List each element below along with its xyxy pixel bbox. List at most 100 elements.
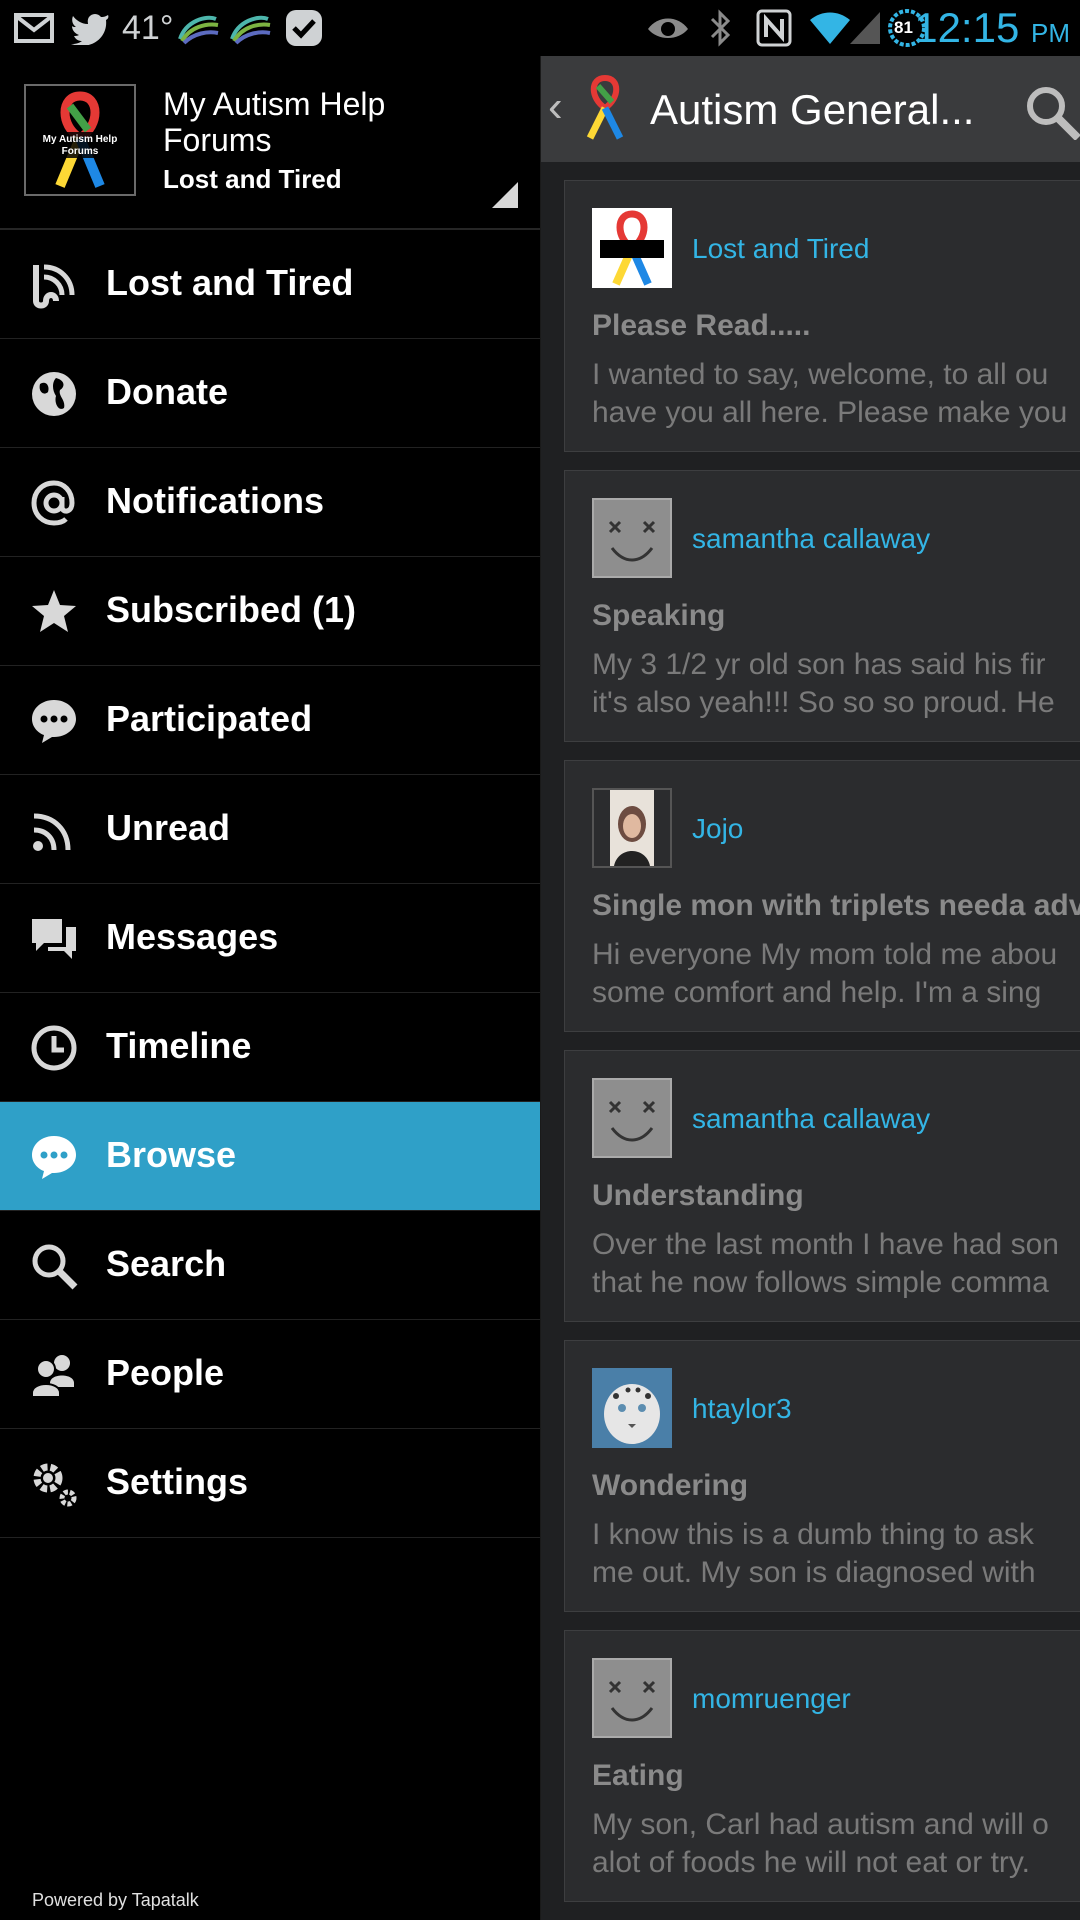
- menu-item-browse[interactable]: Browse: [0, 1102, 540, 1211]
- menu-item-timeline[interactable]: Timeline: [0, 993, 540, 1102]
- preview-line: I wanted to say, welcome, to all ou: [592, 358, 1049, 391]
- topic-title: Wondering: [592, 1469, 749, 1502]
- topic-card[interactable]: momruenger Eating My son, Carl had autis…: [564, 1630, 1080, 1902]
- menu-item-label: Timeline: [106, 1025, 252, 1066]
- topic-title: Single mon with triplets needa adv: [592, 889, 1080, 922]
- topic-author[interactable]: samantha callaway: [692, 1103, 930, 1135]
- forum-logo: My Autism Help Forums: [24, 84, 136, 196]
- action-bar: ‹ Autism General...: [540, 56, 1080, 162]
- menu-item-search[interactable]: Search: [0, 1211, 540, 1320]
- twitter-icon: [70, 8, 110, 48]
- messages-icon: [30, 915, 78, 963]
- at-icon: [30, 479, 78, 527]
- default-avatar-icon: [592, 498, 672, 578]
- temperature-readout: 41°: [122, 8, 174, 47]
- search-icon[interactable]: [1024, 84, 1080, 141]
- menu-item-people[interactable]: People: [0, 1320, 540, 1429]
- powered-by-label[interactable]: Powered by Tapatalk: [32, 1890, 199, 1911]
- menu-item-unread[interactable]: Unread: [0, 775, 540, 884]
- clock: 12:15 PM: [914, 4, 1070, 52]
- preview-line: Hi everyone My mom told me abou: [592, 938, 1058, 971]
- forum-logo-icon[interactable]: [580, 72, 630, 142]
- preview-line: that he now follows simple comma: [592, 1266, 1049, 1299]
- forum-logo-text: My Autism Help Forums: [42, 134, 118, 157]
- menu-item-label: Participated: [106, 698, 313, 739]
- preview-line: alot of foods he will not eat or try.: [592, 1846, 1031, 1879]
- user-photo-avatar: [592, 788, 672, 868]
- account-switch-indicator[interactable]: [492, 182, 518, 208]
- menu-item-label: Settings: [106, 1461, 249, 1502]
- preview-line: I know this is a dumb thing to ask: [592, 1518, 1034, 1551]
- menu-item-label: Donate: [106, 371, 229, 412]
- people-icon: [30, 1351, 78, 1399]
- menu-item-participated[interactable]: Participated: [0, 666, 540, 775]
- topic-title: Understanding: [592, 1179, 804, 1212]
- topic-title: Please Read.....: [592, 309, 811, 342]
- globe-icon: [30, 370, 78, 418]
- menu-item-label: People: [106, 1352, 225, 1393]
- menu-item-label: Notifications: [106, 480, 325, 521]
- signal-icon: [848, 8, 882, 48]
- clock-time: 12:15: [914, 4, 1020, 51]
- forum-logo-avatar: [592, 208, 672, 288]
- topic-author[interactable]: samantha callaway: [692, 523, 930, 555]
- gear-icon: [30, 1460, 78, 1508]
- preview-line: it's also yeah!!! So so so proud. He: [592, 686, 1055, 719]
- topic-card[interactable]: samantha callaway Speaking My 3 1/2 yr o…: [564, 470, 1080, 742]
- battery-level: 81: [894, 18, 913, 37]
- topic-card[interactable]: Lost and Tired Please Read..... I wanted…: [564, 180, 1080, 452]
- menu-item-notifications[interactable]: Notifications: [0, 448, 540, 557]
- drawer-menu: Lost and Tired Donate Notifications Subs…: [0, 230, 540, 1538]
- menu-item-lost-and-tired[interactable]: Lost and Tired: [0, 230, 540, 339]
- topic-card[interactable]: htaylor3 Wondering I know this is a dumb…: [564, 1340, 1080, 1612]
- swiftkey-icon: [176, 8, 220, 48]
- forum-name: My Autism Help Forums: [163, 86, 386, 158]
- preview-line: My 3 1/2 yr old son has said his fir: [592, 648, 1046, 681]
- preview-line: me out. My son is diagnosed with: [592, 1556, 1036, 1589]
- preview-line: My son, Carl had autism and will o: [592, 1808, 1049, 1841]
- menu-item-donate[interactable]: Donate: [0, 339, 540, 448]
- bluetooth-icon: [708, 8, 732, 48]
- star-icon: [30, 588, 78, 636]
- topic-author[interactable]: htaylor3: [692, 1393, 792, 1425]
- menu-item-settings[interactable]: Settings: [0, 1429, 540, 1538]
- menu-item-subscribed[interactable]: Subscribed (1): [0, 557, 540, 666]
- topic-preview: Hi everyone My mom told me abou some comf…: [592, 936, 1057, 1012]
- eye-icon: [646, 8, 690, 48]
- status-bar: 41° 81 12:15 PM: [0, 0, 1080, 56]
- preview-line: have you all here. Please make you: [592, 396, 1068, 429]
- clock-icon: [30, 1024, 78, 1072]
- topic-card[interactable]: samantha callaway Understanding Over the…: [564, 1050, 1080, 1322]
- topic-title: Eating: [592, 1759, 684, 1792]
- preview-line: some comfort and help. I'm a sing: [592, 976, 1042, 1009]
- navigation-drawer[interactable]: My Autism Help Forums My Autism Help For…: [0, 56, 541, 1920]
- topic-title: Speaking: [592, 599, 726, 632]
- default-avatar-icon: [592, 1658, 672, 1738]
- search-icon: [30, 1242, 78, 1290]
- drawer-header[interactable]: My Autism Help Forums My Autism Help For…: [0, 56, 540, 230]
- rss-icon: [30, 806, 78, 854]
- menu-item-messages[interactable]: Messages: [0, 884, 540, 993]
- topic-preview: I know this is a dumb thing to ask me out…: [592, 1516, 1036, 1592]
- feed-icon: [30, 261, 78, 309]
- topic-list-pane[interactable]: ‹ Autism General... Lost and Tired Pleas…: [540, 56, 1080, 1920]
- topic-author[interactable]: Lost and Tired: [692, 233, 869, 265]
- menu-item-label: Unread: [106, 807, 231, 848]
- menu-item-label: Lost and Tired: [106, 262, 354, 303]
- menu-item-label: Subscribed (1): [106, 589, 357, 630]
- topic-preview: My 3 1/2 yr old son has said his fir it's…: [592, 646, 1055, 722]
- menu-item-label: Search: [106, 1243, 227, 1284]
- topic-author[interactable]: Jojo: [692, 813, 743, 845]
- nfc-icon: [756, 8, 792, 48]
- topic-preview: My son, Carl had autism and will o alot o…: [592, 1806, 1049, 1882]
- swiftkey-icon: [228, 8, 272, 48]
- default-avatar-icon: [592, 1078, 672, 1158]
- snow-leopard-avatar: [592, 1368, 672, 1448]
- clock-ampm: PM: [1031, 18, 1070, 48]
- up-arrow-icon[interactable]: ‹: [548, 82, 563, 132]
- menu-item-label: Browse: [106, 1134, 237, 1175]
- chat-bubble-icon: [30, 697, 78, 745]
- topic-card[interactable]: Jojo Single mon with triplets needa adv …: [564, 760, 1080, 1032]
- topic-author[interactable]: momruenger: [692, 1683, 851, 1715]
- topic-preview: I wanted to say, welcome, to all ou have …: [592, 356, 1067, 432]
